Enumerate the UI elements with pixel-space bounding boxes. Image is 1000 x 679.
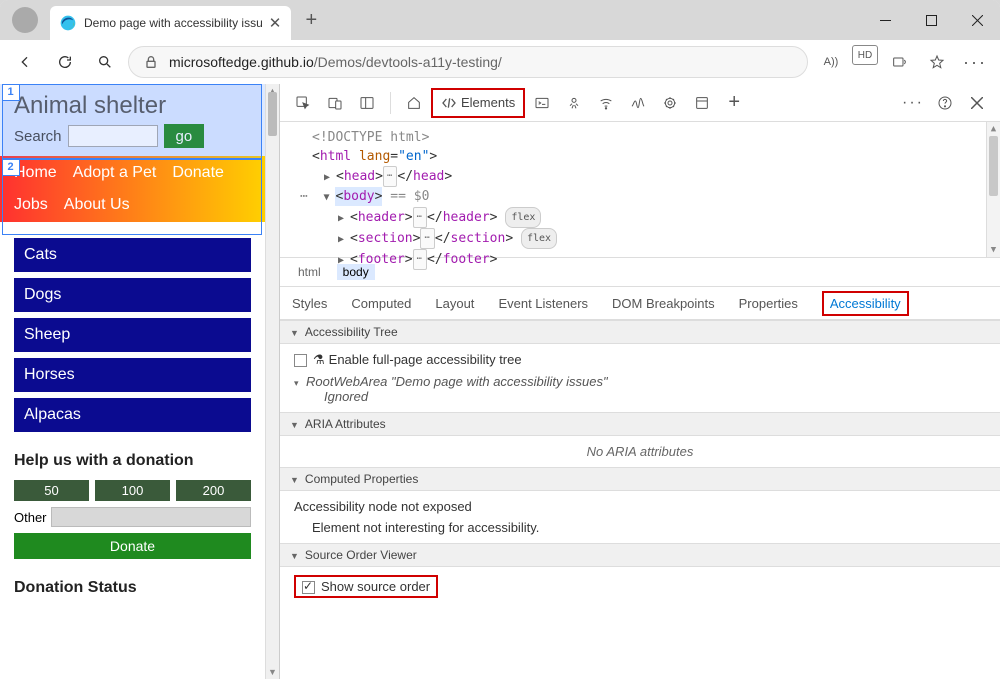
source-order-overlay-2: 2 (2, 159, 262, 235)
tab-close-icon[interactable]: ✕ (269, 14, 282, 32)
lock-icon (143, 54, 159, 70)
subtab-properties[interactable]: Properties (739, 296, 798, 311)
search-button[interactable] (88, 45, 122, 79)
subtab-styles[interactable]: Styles (292, 296, 327, 311)
devtools-pane: Elements + ··· <!DOCTYPE html> <html lan… (280, 84, 1000, 679)
scroll-thumb[interactable] (989, 136, 998, 196)
network-tab-icon[interactable] (591, 88, 621, 118)
tab-title: Demo page with accessibility issu (84, 16, 263, 30)
devtools-more-icon[interactable]: ··· (898, 88, 928, 118)
cat-cats[interactable]: Cats (14, 238, 251, 272)
subtab-accessibility[interactable]: Accessibility (822, 291, 909, 316)
source-order-overlay-1: 1 (2, 84, 262, 159)
scroll-down-icon[interactable]: ▼ (987, 243, 1000, 257)
dock-side-icon[interactable] (352, 88, 382, 118)
accessibility-panel: Accessibility Tree ⚗ Enable full-page acc… (280, 320, 1000, 679)
amount-200[interactable]: 200 (176, 480, 251, 501)
performance-tab-icon[interactable] (623, 88, 653, 118)
edge-icon (60, 15, 76, 31)
browser-titlebar: Demo page with accessibility issu ✕ + (0, 0, 1000, 40)
console-tab-icon[interactable] (527, 88, 557, 118)
show-source-order-checkbox[interactable] (302, 581, 315, 594)
devtools-toolbar: Elements + ··· (280, 84, 1000, 122)
more-tabs-button[interactable]: + (719, 88, 749, 118)
subtab-computed[interactable]: Computed (351, 296, 411, 311)
amount-100[interactable]: 100 (95, 480, 170, 501)
a11y-tree-heading[interactable]: Accessibility Tree (280, 320, 1000, 344)
minimize-button[interactable] (862, 0, 908, 40)
application-tab-icon[interactable] (687, 88, 717, 118)
dom-scrollbar[interactable]: ▲ ▼ (986, 122, 1000, 257)
cat-alpacas[interactable]: Alpacas (14, 398, 251, 432)
cat-sheep[interactable]: Sheep (14, 318, 251, 352)
help-icon[interactable] (930, 88, 960, 118)
dom-tree[interactable]: <!DOCTYPE html> <html lang="en"> ▶<head>… (280, 122, 1000, 257)
not-exposed-text: Accessibility node not exposed (294, 499, 986, 514)
back-button[interactable] (8, 45, 42, 79)
subtab-layout[interactable]: Layout (435, 296, 474, 311)
scroll-down-icon[interactable]: ▼ (266, 665, 279, 679)
enable-full-tree-checkbox[interactable] (294, 354, 307, 367)
maximize-button[interactable] (908, 0, 954, 40)
dom-doctype: <!DOCTYPE html> (294, 128, 986, 147)
subtab-dom-breakpoints[interactable]: DOM Breakpoints (612, 296, 715, 311)
enable-full-tree-label: Enable full-page accessibility tree (329, 352, 522, 367)
source-order-heading[interactable]: Source Order Viewer (280, 543, 1000, 567)
address-bar[interactable]: microsoftedge.github.io/Demos/devtools-a… (128, 46, 808, 78)
browser-tab[interactable]: Demo page with accessibility issu ✕ (50, 6, 291, 40)
new-tab-button[interactable]: + (297, 9, 325, 32)
url-path: /Demos/devtools-a11y-testing/ (314, 54, 502, 70)
devtools-close-icon[interactable] (962, 88, 992, 118)
other-label: Other (14, 510, 47, 525)
more-button[interactable]: ··· (958, 45, 992, 79)
memory-tab-icon[interactable] (655, 88, 685, 118)
device-emulation-icon[interactable] (320, 88, 350, 118)
computed-props-heading[interactable]: Computed Properties (280, 467, 1000, 491)
donation-heading: Help us with a donation (14, 452, 251, 470)
donation-status-heading: Donation Status (14, 579, 251, 597)
show-source-order-label: Show source order (321, 579, 430, 594)
category-list: Cats Dogs Sheep Horses Alpacas (14, 238, 251, 432)
scroll-thumb[interactable] (268, 92, 277, 136)
close-window-button[interactable] (954, 0, 1000, 40)
elements-tab[interactable]: Elements (431, 88, 525, 118)
subtab-event-listeners[interactable]: Event Listeners (498, 296, 588, 311)
reading-mode-button[interactable]: A)) (814, 45, 848, 79)
read-aloud-button[interactable] (882, 45, 916, 79)
profile-avatar[interactable] (12, 7, 38, 33)
flask-icon: ⚗ (313, 352, 325, 367)
hd-button[interactable]: HD (852, 45, 878, 65)
ignored-label: Ignored (294, 389, 986, 404)
donate-button[interactable]: Donate (14, 533, 251, 559)
refresh-button[interactable] (48, 45, 82, 79)
welcome-tab-icon[interactable] (399, 88, 429, 118)
cat-dogs[interactable]: Dogs (14, 278, 251, 312)
browser-toolbar: microsoftedge.github.io/Demos/devtools-a… (0, 40, 1000, 84)
no-aria-text: No ARIA attributes (280, 436, 1000, 467)
sources-tab-icon[interactable] (559, 88, 589, 118)
root-web-area[interactable]: RootWebArea "Demo page with accessibilit… (306, 374, 608, 389)
amount-50[interactable]: 50 (14, 480, 89, 501)
not-interesting-text: Element not interesting for accessibilit… (294, 520, 986, 535)
inspect-element-icon[interactable] (288, 88, 318, 118)
page-viewport: Animal shelter Search go Home Adopt a Pe… (0, 84, 280, 679)
elements-subtabs: Styles Computed Layout Event Listeners D… (280, 286, 1000, 320)
other-input[interactable] (51, 507, 251, 527)
scroll-up-icon[interactable]: ▲ (987, 122, 1000, 136)
url-host: microsoftedge.github.io (169, 54, 314, 70)
code-icon (441, 95, 457, 111)
favorites-button[interactable] (920, 45, 954, 79)
page-scrollbar[interactable]: ▲ ▼ (265, 84, 279, 679)
aria-attrs-heading[interactable]: ARIA Attributes (280, 412, 1000, 436)
cat-horses[interactable]: Horses (14, 358, 251, 392)
